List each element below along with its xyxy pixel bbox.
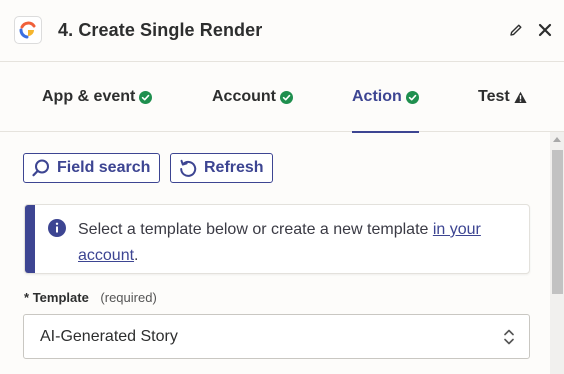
chevron-up-down-icon bbox=[504, 329, 514, 345]
close-icon[interactable] bbox=[536, 21, 554, 39]
scrollbar-thumb[interactable] bbox=[552, 150, 563, 294]
search-icon bbox=[32, 159, 49, 177]
template-label: * Template (required) bbox=[24, 290, 157, 305]
tab-label: Action bbox=[352, 88, 402, 105]
step-title: 4. Create Single Render bbox=[58, 20, 263, 40]
step-tabs: App & event Account Action Test bbox=[0, 62, 564, 133]
tab-account[interactable]: Account bbox=[212, 62, 293, 132]
template-label-text: Template bbox=[32, 290, 89, 305]
template-select-value: AI-Generated Story bbox=[40, 327, 178, 345]
check-circle-icon bbox=[280, 90, 293, 104]
tab-test[interactable]: Test bbox=[478, 62, 527, 132]
tab-label: Test bbox=[478, 88, 510, 105]
template-select[interactable]: AI-Generated Story bbox=[23, 314, 530, 359]
tab-action[interactable]: Action bbox=[352, 62, 419, 133]
warning-triangle-icon bbox=[514, 91, 527, 103]
field-search-button[interactable]: Field search bbox=[23, 153, 160, 183]
info-accent-bar bbox=[25, 205, 35, 273]
required-marker: * bbox=[24, 290, 30, 305]
step-header: 4. Create Single Render bbox=[0, 0, 564, 62]
tab-label: Account bbox=[212, 88, 276, 105]
check-circle-icon bbox=[405, 90, 419, 104]
info-text-end: . bbox=[134, 247, 139, 264]
refresh-button[interactable]: Refresh bbox=[170, 153, 273, 183]
refresh-label: Refresh bbox=[204, 159, 264, 176]
check-circle-icon bbox=[139, 90, 153, 104]
field-search-label: Field search bbox=[57, 159, 151, 176]
required-text: (required) bbox=[100, 290, 157, 305]
tab-app-event[interactable]: App & event bbox=[42, 62, 153, 132]
info-text-part: Select a template below or create a new … bbox=[78, 221, 433, 238]
pencil-icon[interactable] bbox=[508, 22, 524, 38]
refresh-icon bbox=[180, 159, 197, 177]
scroll-up-arrow-icon[interactable] bbox=[553, 137, 561, 142]
info-banner: Select a template below or create a new … bbox=[24, 204, 530, 274]
tab-label: App & event bbox=[42, 88, 136, 105]
app-logo-icon bbox=[14, 16, 42, 44]
info-icon bbox=[48, 219, 66, 237]
info-text: Select a template below or create a new … bbox=[78, 217, 518, 269]
